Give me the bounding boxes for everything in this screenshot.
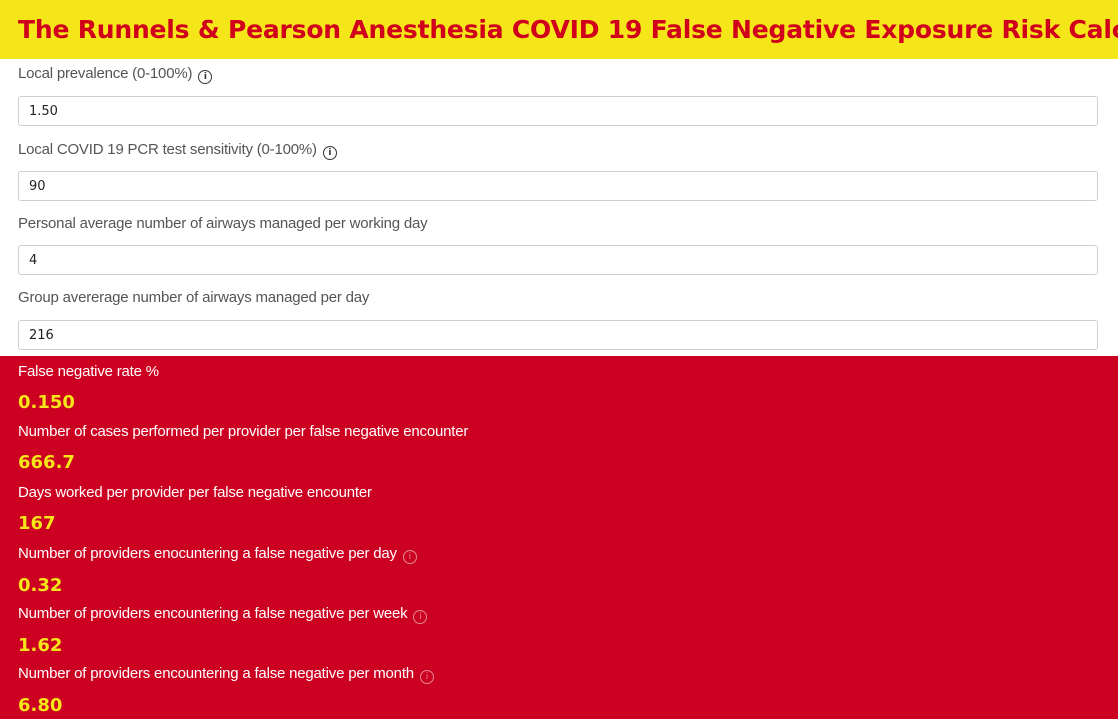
info-icon[interactable]: i xyxy=(198,70,213,84)
page-title: The Runnels & Pearson Anesthesia COVID 1… xyxy=(18,15,1118,44)
personal-airways-input[interactable] xyxy=(18,245,1098,275)
pcr-sensitivity-label: Local COVID 19 PCR test sensitivity (0-1… xyxy=(18,140,337,160)
cases-per-encounter-label: Number of cases performed per provider p… xyxy=(18,423,469,440)
providers-per-day-label: Number of providers enocuntering a false… xyxy=(18,544,417,564)
false-negative-rate-label: False negative rate % xyxy=(18,363,159,380)
prevalence-input[interactable] xyxy=(18,96,1098,126)
title-bar: The Runnels & Pearson Anesthesia COVID 1… xyxy=(0,0,1118,59)
results-panel: False negative rate % 0.150 Number of ca… xyxy=(0,356,1118,719)
info-icon[interactable]: i xyxy=(402,550,417,564)
providers-per-day-value: 0.32 xyxy=(18,575,63,596)
input-form: Local prevalence (0-100%) i Local COVID 1… xyxy=(0,59,1118,356)
providers-per-week-label: Number of providers encountering a false… xyxy=(18,604,428,624)
calculator-page: The Runnels & Pearson Anesthesia COVID 1… xyxy=(0,0,1118,719)
pcr-sensitivity-label-text: Local COVID 19 PCR test sensitivity (0-1… xyxy=(18,141,317,158)
prevalence-label: Local prevalence (0-100%) i xyxy=(18,64,213,84)
info-icon[interactable]: i xyxy=(413,610,428,624)
providers-per-week-value: 1.62 xyxy=(18,635,63,656)
providers-per-month-label: Number of providers encountering a false… xyxy=(18,664,434,684)
providers-per-month-value: 6.80 xyxy=(18,695,63,716)
providers-per-month-label-text: Number of providers encountering a false… xyxy=(18,665,414,682)
group-airways-input[interactable] xyxy=(18,320,1098,350)
pcr-sensitivity-input[interactable] xyxy=(18,171,1098,201)
group-airways-label: Group avererage number of airways manage… xyxy=(18,289,370,306)
prevalence-label-text: Local prevalence (0-100%) xyxy=(18,65,193,82)
providers-per-day-label-text: Number of providers enocuntering a false… xyxy=(18,545,397,562)
days-per-encounter-value: 167 xyxy=(18,513,56,534)
providers-per-week-label-text: Number of providers encountering a false… xyxy=(18,605,408,622)
cases-per-encounter-value: 666.7 xyxy=(18,452,75,473)
days-per-encounter-label: Days worked per provider per false negat… xyxy=(18,484,372,501)
false-negative-rate-value: 0.150 xyxy=(18,392,75,413)
info-icon[interactable]: i xyxy=(419,670,434,684)
personal-airways-label: Personal average number of airways manag… xyxy=(18,215,428,232)
info-icon[interactable]: i xyxy=(322,146,337,160)
